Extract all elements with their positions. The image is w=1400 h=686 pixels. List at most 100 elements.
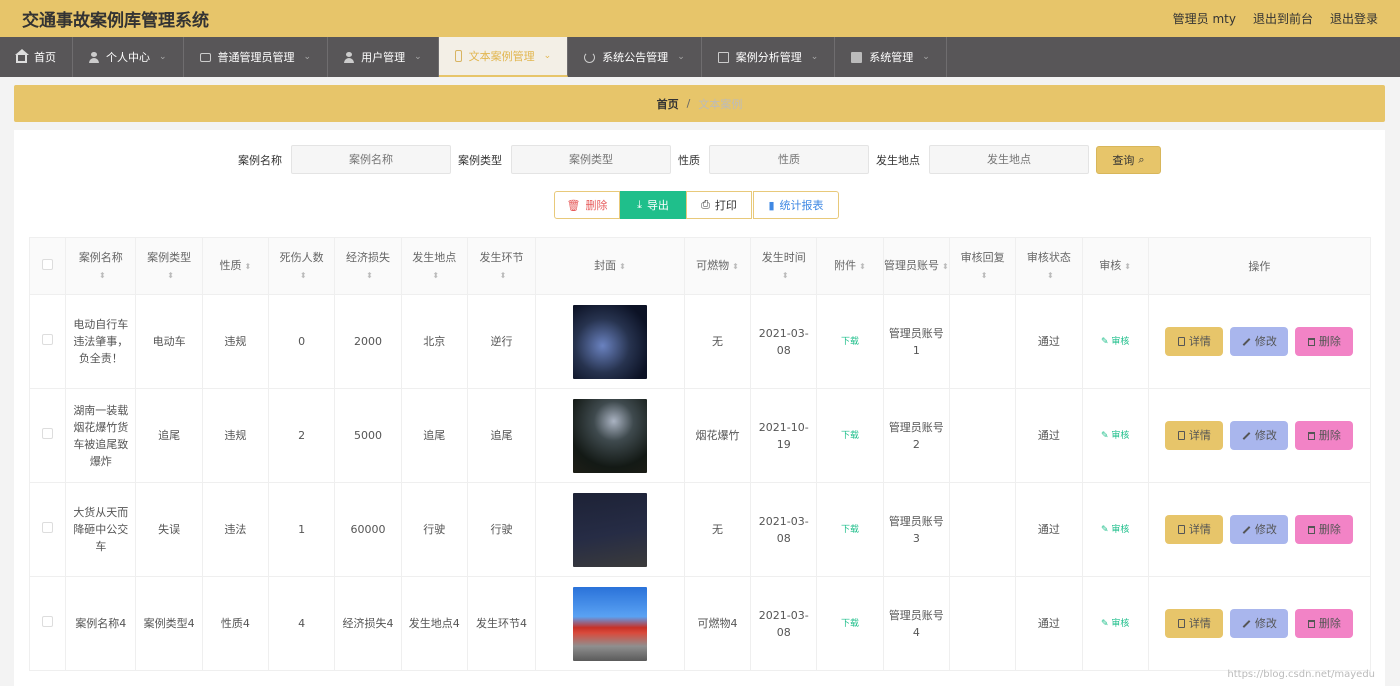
printer-icon: ⎙ xyxy=(701,198,710,211)
logout-link[interactable]: 退出登录 xyxy=(1330,10,1378,27)
nav-item-system[interactable]: 系统管理 ⌄ xyxy=(835,37,947,77)
column-header[interactable]: 审核状态 ⬍ xyxy=(1015,237,1083,295)
cover-image[interactable] xyxy=(573,492,647,567)
place-input[interactable] xyxy=(929,145,1089,174)
column-header: 操作 xyxy=(1147,237,1372,295)
download-link[interactable]: 下载 xyxy=(841,619,859,629)
row-checkbox[interactable] xyxy=(42,522,54,533)
delete-button[interactable]: 删除 xyxy=(1295,327,1354,356)
column-header[interactable]: 发生环节 ⬍ xyxy=(466,237,537,295)
place-label: 发生地点 xyxy=(876,153,920,167)
column-header[interactable]: 死伤人数 ⬍ xyxy=(268,237,336,295)
case-name-input[interactable] xyxy=(291,145,451,174)
detail-button[interactable]: 详情 xyxy=(1165,515,1224,544)
cell-combustible: 无 xyxy=(683,482,752,577)
column-header[interactable]: 可燃物 ⬍ xyxy=(683,237,752,295)
cover-image[interactable] xyxy=(573,398,647,473)
nature-input[interactable] xyxy=(709,145,869,174)
table-header-row: 案例名称 ⬍ 案例类型 ⬍ 性质 ⬍ 死伤人数 ⬍ 经济损失 ⬍ 发生地点 ⬍ 发生环节 ⬍ … xyxy=(28,237,1372,295)
column-header[interactable]: 封面 ⬍ xyxy=(535,237,685,295)
delete-button[interactable]: 删除 xyxy=(1295,515,1354,544)
detail-button[interactable]: 详情 xyxy=(1165,421,1224,450)
sort-icon: ⬍ xyxy=(167,270,174,280)
nav-item-announcements[interactable]: 系统公告管理 ⌄ xyxy=(568,37,702,77)
audit-link[interactable]: ✎ 审核 xyxy=(1101,525,1129,535)
column-header[interactable]: 案例名称 ⬍ xyxy=(65,237,137,295)
nav-item-home[interactable]: 首页 xyxy=(0,37,73,77)
detail-button[interactable]: 详情 xyxy=(1165,327,1224,356)
cell-place: 行驶 xyxy=(400,482,468,577)
case-type-input[interactable] xyxy=(511,145,671,174)
column-header[interactable]: 审核 ⬍ xyxy=(1081,237,1149,295)
nav-item-text-cases[interactable]: 文本案例管理 ⌄ xyxy=(438,37,569,77)
cell-reply xyxy=(948,388,1017,483)
document-icon xyxy=(1177,337,1185,346)
download-link[interactable]: 下载 xyxy=(841,337,859,347)
audit-link[interactable]: ✎ 审核 xyxy=(1101,431,1129,441)
column-header[interactable]: 案例类型 ⬍ xyxy=(135,237,203,295)
export-button[interactable]: ⤓ 导出 xyxy=(620,191,686,219)
cell-attachment: 下载 xyxy=(816,576,884,671)
print-button[interactable]: ⎙ 打印 xyxy=(686,191,752,219)
breadcrumb-home[interactable]: 首页 xyxy=(657,96,679,112)
cell-loss: 经济损失4 xyxy=(334,576,402,671)
print-label: 打印 xyxy=(714,199,737,212)
nav-item-label: 文本案例管理 xyxy=(468,50,535,63)
cover-image[interactable] xyxy=(573,304,647,379)
cell-casualties: 0 xyxy=(268,294,336,389)
trash-icon xyxy=(1307,619,1315,628)
nav-item-label: 首页 xyxy=(34,51,56,64)
column-header[interactable]: 经济损失 ⬍ xyxy=(334,237,402,295)
cell-combustible: 烟花爆竹 xyxy=(683,388,752,483)
column-header[interactable]: 发生时间 ⬍ xyxy=(750,237,818,295)
column-header[interactable]: 审核回复 ⬍ xyxy=(948,237,1017,295)
column-header[interactable]: 发生地点 ⬍ xyxy=(400,237,468,295)
nav-item-users[interactable]: 用户管理 ⌄ xyxy=(328,37,439,77)
copy-icon xyxy=(717,51,729,63)
cell-time: 2021-03-08 xyxy=(750,482,818,577)
cell-stage: 发生环节4 xyxy=(466,576,537,671)
audit-link[interactable]: ✎ 审核 xyxy=(1101,337,1129,347)
sort-icon: ⬍ xyxy=(619,262,626,271)
back-to-front-link[interactable]: 退出到前台 xyxy=(1253,10,1313,27)
edit-button[interactable]: 修改 xyxy=(1230,515,1289,544)
row-checkbox[interactable] xyxy=(42,616,54,627)
download-link[interactable]: 下载 xyxy=(841,431,859,441)
column-header[interactable]: 附件 ⬍ xyxy=(816,237,884,295)
row-checkbox[interactable] xyxy=(42,334,54,345)
stats-report-button[interactable]: ▮ 统计报表 xyxy=(753,191,839,219)
delete-button[interactable]: 删除 xyxy=(1295,609,1354,638)
query-button[interactable]: 查询 ⌕ xyxy=(1096,145,1161,174)
cover-image[interactable] xyxy=(573,586,647,661)
chevron-down-icon: ⌄ xyxy=(810,52,819,62)
cell-loss: 2000 xyxy=(334,294,402,389)
cell-reply xyxy=(948,482,1017,577)
audit-link[interactable]: ✎ 审核 xyxy=(1101,619,1129,629)
edit-button[interactable]: 修改 xyxy=(1230,609,1289,638)
edit-button[interactable]: 修改 xyxy=(1230,327,1289,356)
detail-button[interactable]: 详情 xyxy=(1165,609,1224,638)
sort-icon: ⬍ xyxy=(432,270,440,280)
document-icon xyxy=(1177,525,1185,534)
edit-button[interactable]: 修改 xyxy=(1230,421,1289,450)
cell-nature: 违规 xyxy=(201,388,270,483)
download-link[interactable]: 下载 xyxy=(841,525,859,535)
power-icon xyxy=(584,51,596,63)
nav-item-admin[interactable]: 普通管理员管理 ⌄ xyxy=(184,37,329,77)
edit-icon: ✎ xyxy=(1100,337,1109,347)
bulk-delete-button[interactable]: 🗑 删除 xyxy=(554,191,620,219)
nature-label: 性质 xyxy=(678,153,700,167)
cell-reply xyxy=(948,576,1017,671)
delete-button[interactable]: 删除 xyxy=(1295,421,1354,450)
select-all-checkbox[interactable] xyxy=(42,258,54,270)
row-checkbox[interactable] xyxy=(42,428,54,439)
nav-item-case-analysis[interactable]: 案例分析管理 ⌄ xyxy=(702,37,836,77)
nav-item-profile[interactable]: 个人中心 ⌄ xyxy=(73,37,184,77)
cell-name: 湖南一装载烟花爆竹货车被追尾致爆炸 xyxy=(65,388,137,483)
chevron-down-icon: ⌄ xyxy=(414,52,422,62)
table-row: 湖南一装载烟花爆竹货车被追尾致爆炸 追尾 违规 2 5000 追尾 追尾 烟花爆… xyxy=(28,388,1372,483)
cell-cover xyxy=(535,294,685,389)
column-header[interactable]: 性质 ⬍ xyxy=(201,237,270,295)
select-all-cell xyxy=(28,237,67,295)
column-header[interactable]: 管理员账号 ⬍ xyxy=(882,237,950,295)
